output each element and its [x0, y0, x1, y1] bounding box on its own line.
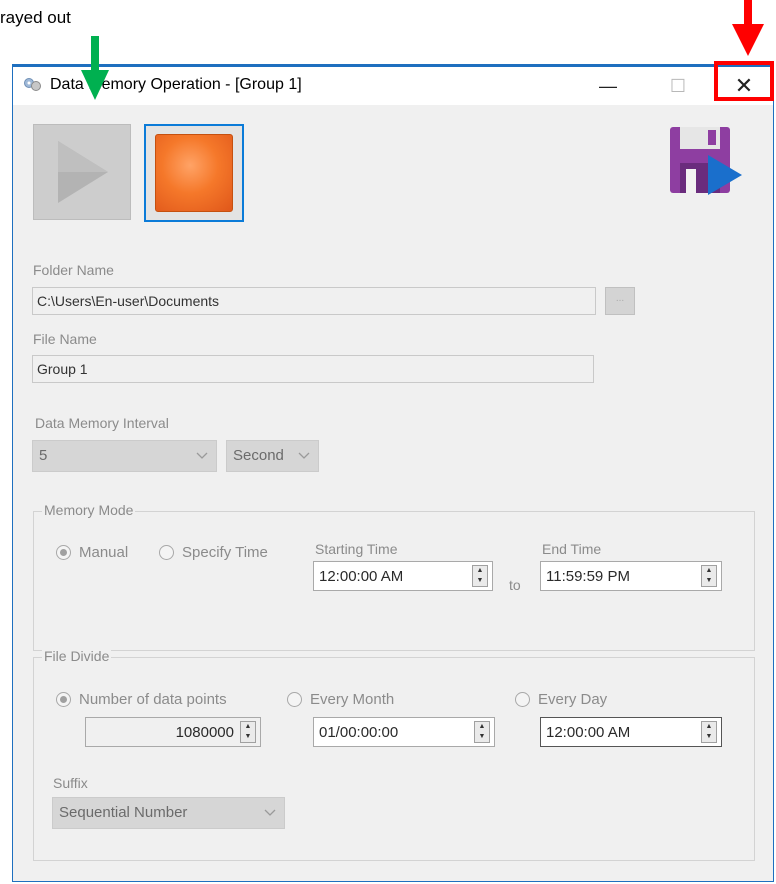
end-time-value: 11:59:59 PM — [546, 568, 630, 585]
manual-radio[interactable]: Manual — [56, 544, 128, 561]
radio-unchecked-icon — [515, 692, 530, 707]
chevron-down-icon — [298, 452, 310, 459]
memory-mode-legend: Memory Mode — [42, 502, 136, 518]
file-name-label: File Name — [33, 331, 97, 347]
data-points-value: 1080000 — [175, 724, 234, 741]
spinner-icon[interactable]: ▲ ▼ — [701, 721, 717, 743]
interval-dropdown[interactable]: 5 — [32, 440, 217, 472]
minimize-icon: — — [599, 75, 617, 96]
file-name-input[interactable]: Group 1 — [32, 355, 594, 383]
radio-checked-icon — [56, 692, 71, 707]
to-label: to — [509, 577, 521, 593]
folder-name-label: Folder Name — [33, 262, 114, 278]
suffix-value: Sequential Number — [59, 804, 188, 821]
chevron-down-icon — [264, 809, 276, 816]
every-day-label: Every Day — [538, 691, 608, 708]
radio-checked-icon — [56, 545, 71, 560]
data-points-radio[interactable]: Number of data points — [56, 691, 227, 708]
spinner-icon[interactable]: ▲ ▼ — [472, 565, 488, 587]
stop-icon — [155, 134, 233, 212]
stop-button[interactable] — [144, 124, 244, 222]
play-icon — [58, 141, 108, 203]
interval-label: Data Memory Interval — [35, 415, 169, 431]
maximize-button[interactable]: ☐ — [655, 67, 701, 105]
specify-time-radio[interactable]: Specify Time — [159, 544, 268, 561]
annotation-text: rayed out — [0, 8, 71, 27]
spinner-icon[interactable]: ▲ ▼ — [701, 565, 717, 587]
save-icon[interactable] — [668, 125, 748, 197]
memory-mode-group: Memory Mode Manual Specify Time Starting… — [33, 502, 755, 651]
every-month-label: Every Month — [310, 691, 395, 708]
every-month-input[interactable]: 01/00:00:00 ▲ ▼ — [313, 717, 495, 747]
interval-unit-dropdown[interactable]: Second — [226, 440, 319, 472]
manual-label: Manual — [79, 544, 129, 561]
suffix-label: Suffix — [53, 775, 88, 791]
green-arrow-icon — [81, 36, 109, 100]
suffix-dropdown[interactable]: Sequential Number — [52, 797, 285, 829]
file-divide-group: File Divide Number of data points 108000… — [33, 648, 755, 861]
highlight-box — [714, 61, 774, 101]
data-points-label: Number of data points — [79, 691, 227, 708]
interval-value: 5 — [39, 447, 48, 464]
data-points-input[interactable]: 1080000 ▲ ▼ — [85, 717, 261, 747]
app-icon — [24, 78, 41, 91]
red-arrow-icon — [732, 0, 764, 56]
every-day-value: 12:00:00 AM — [546, 724, 631, 741]
radio-unchecked-icon — [159, 545, 174, 560]
every-day-radio[interactable]: Every Day — [515, 691, 607, 708]
start-button[interactable] — [33, 124, 131, 220]
starting-time-value: 12:00:00 AM — [319, 568, 404, 585]
interval-unit-value: Second — [233, 447, 284, 464]
every-month-radio[interactable]: Every Month — [287, 691, 394, 708]
chevron-down-icon — [196, 452, 208, 459]
specify-time-label: Specify Time — [182, 544, 268, 561]
spinner-icon[interactable]: ▲ ▼ — [474, 721, 490, 743]
file-divide-legend: File Divide — [42, 648, 112, 664]
end-time-input[interactable]: 11:59:59 PM ▲ ▼ — [540, 561, 722, 591]
title-bar: Data Memory Operation - [Group 1] — ☐ ✕ — [13, 67, 773, 105]
folder-name-input[interactable]: C:\Users\En-user\Documents — [32, 287, 596, 315]
starting-time-input[interactable]: 12:00:00 AM ▲ ▼ — [313, 561, 493, 591]
end-time-label: End Time — [542, 541, 602, 557]
starting-time-label: Starting Time — [315, 541, 398, 557]
every-day-input[interactable]: 12:00:00 AM ▲ ▼ — [540, 717, 722, 747]
minimize-button[interactable]: — — [585, 67, 631, 105]
every-month-value: 01/00:00:00 — [319, 724, 399, 741]
spinner-icon[interactable]: ▲ ▼ — [240, 721, 256, 743]
browse-button[interactable]: ... — [605, 287, 635, 315]
radio-unchecked-icon — [287, 692, 302, 707]
maximize-icon: ☐ — [669, 75, 687, 96]
data-memory-window: Data Memory Operation - [Group 1] — ☐ ✕ … — [12, 64, 774, 882]
